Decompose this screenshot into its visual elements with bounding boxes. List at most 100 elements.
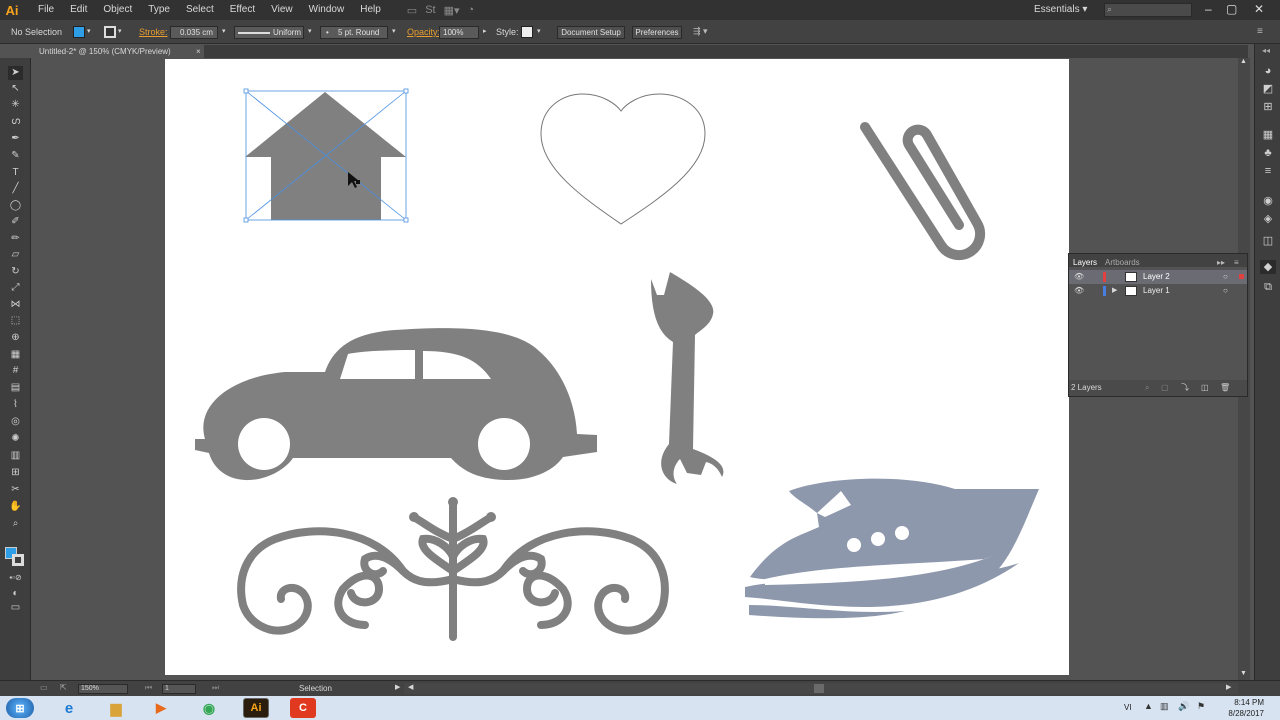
menu-help[interactable]: Help bbox=[352, 0, 389, 20]
style-dropdown-icon[interactable]: ▾ bbox=[537, 27, 541, 35]
target-icon[interactable]: ○ bbox=[1223, 270, 1228, 284]
scale-tool-icon[interactable]: ⤢ bbox=[8, 281, 23, 295]
menu-type[interactable]: Type bbox=[140, 0, 178, 20]
media-player-icon[interactable]: ▶ bbox=[148, 698, 174, 718]
layer-row[interactable]: 👁 Layer 2 ○ bbox=[1069, 270, 1247, 284]
target-icon[interactable]: ○ bbox=[1223, 284, 1228, 298]
minimize-button[interactable]: – bbox=[1205, 0, 1212, 20]
expand-layer-icon[interactable]: ▶ bbox=[1112, 284, 1117, 298]
artboard-nav-icon[interactable]: ⇱ bbox=[60, 683, 67, 692]
scroll-down-icon[interactable]: ▼ bbox=[1240, 670, 1247, 677]
menu-view[interactable]: View bbox=[263, 0, 301, 20]
scroll-up-icon[interactable]: ▲ bbox=[1240, 58, 1247, 65]
menu-select[interactable]: Select bbox=[178, 0, 222, 20]
layers-panel-icon[interactable]: ◆ bbox=[1260, 260, 1276, 274]
gradient-tool-icon[interactable]: ▤ bbox=[8, 381, 23, 395]
scroll-thumb[interactable] bbox=[814, 684, 824, 693]
slice-tool-icon[interactable]: ✂ bbox=[8, 483, 23, 497]
internet-explorer-icon[interactable]: e bbox=[56, 698, 82, 718]
rotate-tool-icon[interactable]: ↻ bbox=[8, 265, 23, 279]
zoom-tool-icon[interactable]: ⌕ bbox=[8, 517, 23, 531]
stock-icon[interactable]: St bbox=[425, 4, 435, 16]
profile-dropdown-icon[interactable]: ▾ bbox=[308, 27, 312, 35]
collapse-dock-icon[interactable]: ◂◂ bbox=[1262, 46, 1270, 55]
ellipse-tool-icon[interactable]: ◯ bbox=[8, 199, 23, 213]
pencil-tool-icon[interactable]: ✏ bbox=[8, 232, 23, 246]
selection-tool-icon[interactable]: ➤ bbox=[8, 66, 23, 80]
appearance-panel-icon[interactable]: ◉ bbox=[1260, 194, 1276, 208]
menu-effect[interactable]: Effect bbox=[222, 0, 263, 20]
wrench-shape[interactable] bbox=[651, 272, 724, 484]
layer-name[interactable]: Layer 1 bbox=[1143, 284, 1170, 298]
last-artboard-icon[interactable]: ⏭ bbox=[212, 683, 219, 693]
speaker-icon[interactable]: 🔊 bbox=[1178, 701, 1189, 712]
blend-tool-icon[interactable]: ◎ bbox=[8, 415, 23, 429]
mesh-tool-icon[interactable]: # bbox=[8, 364, 23, 378]
horizontal-scrollbar[interactable]: ◀ ▶ bbox=[404, 683, 1238, 694]
start-button-icon[interactable]: ⊞ bbox=[6, 698, 34, 718]
artboard[interactable] bbox=[165, 59, 1069, 675]
scroll-left-icon[interactable]: ◀ bbox=[408, 683, 413, 691]
workspace-switcher[interactable]: Essentials ▾ bbox=[1034, 0, 1087, 20]
scroll-right-icon[interactable]: ▶ bbox=[1226, 683, 1231, 691]
new-sublayer-icon[interactable]: ⤵ bbox=[1181, 380, 1189, 396]
tab-layers[interactable]: Layers bbox=[1073, 256, 1097, 269]
artboard-tool-icon[interactable]: ⊞ bbox=[8, 466, 23, 480]
symbols-panel-icon[interactable]: ♣ bbox=[1260, 146, 1276, 160]
stroke-swatch[interactable] bbox=[104, 26, 116, 38]
menu-edit[interactable]: Edit bbox=[62, 0, 95, 20]
ornament-shape[interactable] bbox=[237, 497, 669, 641]
eraser-tool-icon[interactable]: ▱ bbox=[8, 248, 23, 262]
menu-object[interactable]: Object bbox=[95, 0, 140, 20]
opacity-field[interactable]: 100% bbox=[439, 26, 479, 39]
zoom-field[interactable]: 150% bbox=[78, 684, 128, 694]
opacity-arrow-icon[interactable]: ▸ bbox=[483, 27, 487, 35]
transparency-panel-icon[interactable]: ◫ bbox=[1260, 234, 1276, 248]
shape-builder-tool-icon[interactable]: ⊕ bbox=[8, 331, 23, 345]
stroke-weight-dropdown-icon[interactable]: ▾ bbox=[222, 27, 226, 35]
free-transform-tool-icon[interactable]: ⬚ bbox=[8, 314, 23, 328]
fill-dropdown-icon[interactable]: ▾ bbox=[87, 27, 91, 35]
magic-wand-tool-icon[interactable]: ✳ bbox=[8, 98, 23, 112]
arrange-icon[interactable]: ⇶ ▾ bbox=[693, 26, 708, 37]
pen-tool-icon[interactable]: ✒ bbox=[8, 132, 23, 146]
status-menu-icon[interactable]: ▶ bbox=[395, 683, 400, 691]
menu-window[interactable]: Window bbox=[301, 0, 353, 20]
illustrator-taskbar-icon[interactable]: Ai bbox=[243, 698, 269, 718]
status-expand-icon[interactable]: ▭ bbox=[40, 683, 48, 692]
brush-dropdown-icon[interactable]: ▾ bbox=[392, 27, 396, 35]
drawing-modes-icon[interactable]: ◐ bbox=[8, 587, 23, 601]
boat-shape[interactable] bbox=[745, 478, 1039, 619]
arrange-documents-icon[interactable]: ▦▾ bbox=[444, 4, 460, 17]
gpu-performance-icon[interactable]: ◔ bbox=[468, 4, 475, 16]
stroke-color-icon[interactable] bbox=[12, 554, 24, 566]
notification-icon[interactable]: ⚑ bbox=[1197, 701, 1205, 712]
column-graph-tool-icon[interactable]: ▥ bbox=[8, 449, 23, 463]
tab-artboards[interactable]: Artboards bbox=[1105, 256, 1140, 269]
file-explorer-icon[interactable]: ▆ bbox=[103, 698, 129, 718]
preferences-button[interactable]: Preferences bbox=[632, 26, 682, 39]
document-tab[interactable]: Untitled-2* @ 150% (CMYK/Preview) × bbox=[32, 45, 204, 58]
artboards-panel-icon[interactable]: ⧉ bbox=[1260, 280, 1276, 294]
stroke-dropdown-icon[interactable]: ▾ bbox=[118, 27, 122, 35]
stroke-label[interactable]: Stroke: bbox=[139, 27, 168, 37]
search-input[interactable]: ⌕ bbox=[1104, 3, 1192, 17]
type-tool-icon[interactable]: T bbox=[8, 166, 23, 180]
visibility-eye-icon[interactable]: 👁 bbox=[1074, 284, 1084, 298]
system-clock[interactable]: 8:14 PM 8/28/2017 bbox=[1216, 697, 1264, 719]
screen-mode-icon[interactable]: ▭ bbox=[8, 601, 23, 615]
eyedropper-tool-icon[interactable]: ⌇ bbox=[8, 398, 23, 412]
stroke-weight-field[interactable]: 0.035 cm bbox=[170, 26, 218, 39]
maximize-button[interactable]: ▢ bbox=[1226, 0, 1237, 20]
color-guide-icon[interactable]: ◩ bbox=[1260, 82, 1276, 96]
menu-file[interactable]: File bbox=[30, 0, 62, 20]
line-tool-icon[interactable]: ╱ bbox=[8, 182, 23, 196]
graphic-style-swatch[interactable] bbox=[521, 26, 533, 38]
hand-tool-icon[interactable]: ✋ bbox=[8, 500, 23, 514]
bridge-icon[interactable]: ▭ bbox=[407, 4, 417, 17]
symbol-sprayer-tool-icon[interactable]: ✺ bbox=[8, 432, 23, 446]
direct-selection-tool-icon[interactable]: ↖ bbox=[8, 82, 23, 96]
brushes-panel-icon[interactable]: ▦ bbox=[1260, 128, 1276, 142]
panel-menu-icon[interactable]: ≡ bbox=[1257, 26, 1263, 37]
layer-row[interactable]: 👁 ▶ Layer 1 ○ bbox=[1069, 284, 1247, 298]
